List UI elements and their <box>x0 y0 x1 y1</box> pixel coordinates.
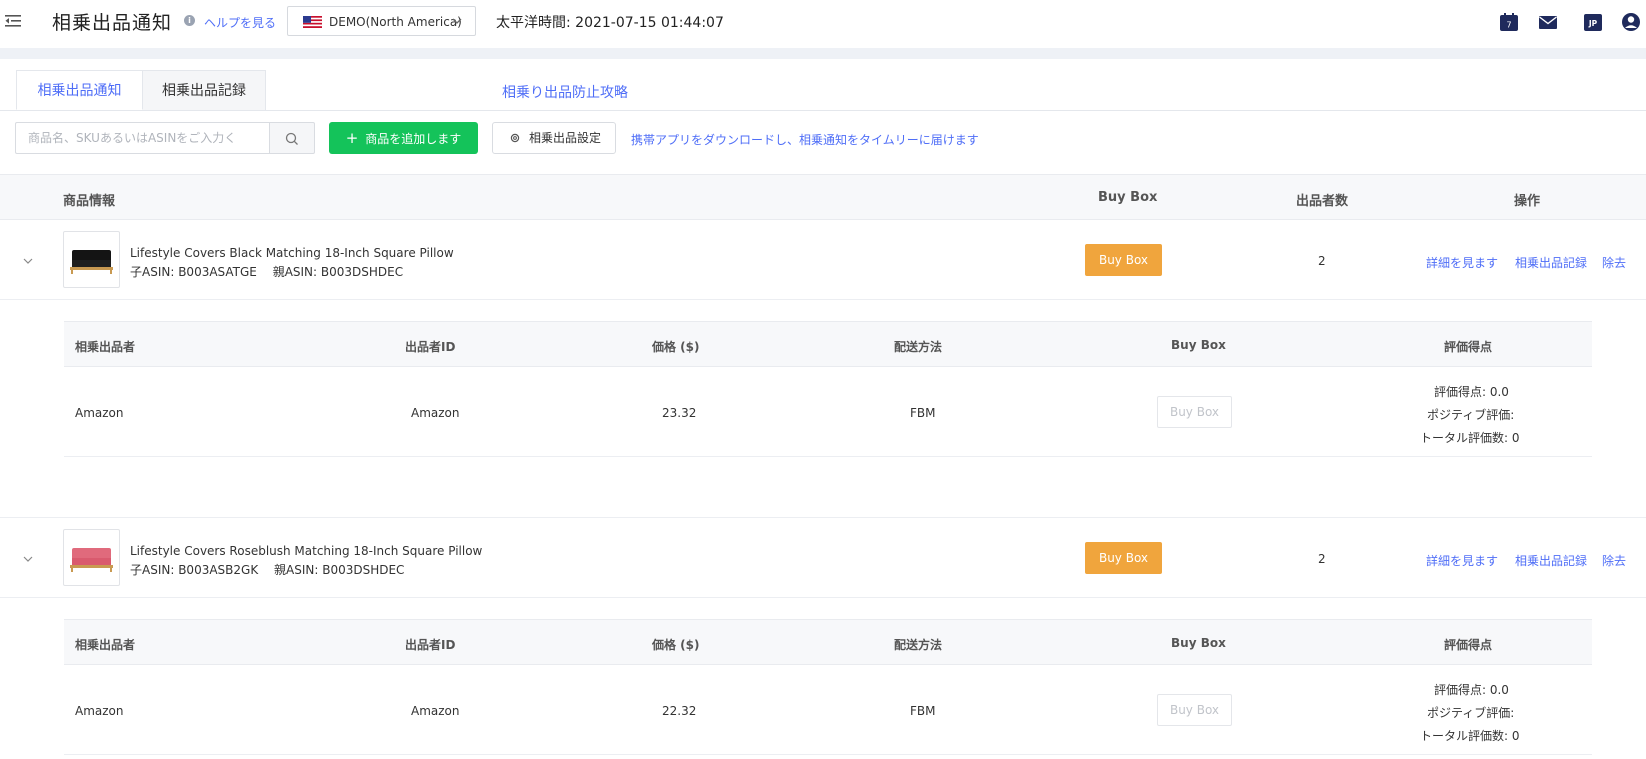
pacific-time-clock: 太平洋時間: 2021-07-15 01:44:07 <box>496 15 724 31</box>
info-icon: i <box>184 15 195 26</box>
buybox-badge: Buy Box <box>1085 542 1162 574</box>
region-select[interactable]: DEMO(North America) <box>287 6 476 36</box>
rating-score: 評価得点: 0.0 <box>1434 683 1509 697</box>
product-row <box>0 220 1646 300</box>
col-seller-count: 出品者数 <box>1296 194 1349 209</box>
language-icon[interactable]: JP <box>1582 12 1604 32</box>
pink-futon-image <box>70 548 113 572</box>
remove-link[interactable]: 除去 <box>1602 254 1626 271</box>
col-price: 価格 ($) <box>652 340 700 354</box>
seller-name: Amazon <box>75 406 124 420</box>
piggyback-settings-button[interactable]: 相乗出品設定 <box>492 122 616 154</box>
rating-positive: ポジティブ評価: <box>1427 408 1515 422</box>
rating-total: トータル評価数: 0 <box>1420 729 1520 743</box>
buybox-indicator: Buy Box <box>1157 694 1232 726</box>
col-price: 価格 ($) <box>652 638 700 652</box>
tabs-divider <box>0 110 1646 111</box>
product-row <box>0 518 1646 598</box>
product-name: Lifestyle Covers Black Matching 18-Inch … <box>130 246 454 260</box>
download-app-link[interactable]: 携帯アプリをダウンロードし、相乗通知をタイムリーに届けます <box>631 131 979 148</box>
tab-records[interactable]: 相乗出品記録 <box>142 70 266 110</box>
view-details-link[interactable]: 詳細を見ます <box>1426 254 1498 271</box>
us-flag-icon <box>303 16 322 28</box>
col-shipping: 配送方法 <box>894 340 943 354</box>
settings-label: 相乗出品設定 <box>529 131 602 145</box>
seller-price: 23.32 <box>662 406 697 420</box>
menu-collapse-icon[interactable] <box>4 12 22 30</box>
mail-icon[interactable] <box>1537 12 1559 32</box>
col-product-info: 商品情報 <box>63 194 116 209</box>
buybox-indicator: Buy Box <box>1157 396 1232 428</box>
col-seller-id: 出品者ID <box>405 340 456 354</box>
seller-shipping: FBM <box>910 704 936 718</box>
calendar-icon[interactable]: 7 <box>1498 12 1520 32</box>
main-table-header <box>0 174 1646 220</box>
chevron-down-icon[interactable] <box>22 255 34 267</box>
header-divider <box>0 48 1646 59</box>
add-product-label: 商品を追加します <box>365 132 462 146</box>
user-avatar-icon[interactable] <box>1620 12 1642 32</box>
seller-table-header <box>64 321 1592 367</box>
view-details-link[interactable]: 詳細を見ます <box>1426 552 1498 569</box>
col-sub-buybox: Buy Box <box>1171 636 1226 650</box>
search-input[interactable] <box>15 122 270 154</box>
product-thumbnail[interactable] <box>63 231 120 288</box>
chevron-down-icon <box>452 18 462 24</box>
seller-id-link[interactable]: Amazon <box>411 704 460 718</box>
seller-price: 22.32 <box>662 704 697 718</box>
region-label: DEMO(North America) <box>329 15 462 29</box>
records-link[interactable]: 相乗出品記録 <box>1515 254 1587 271</box>
add-product-button[interactable]: + 商品を追加します <box>329 122 478 154</box>
product-asin: 子ASIN: B003ASB2GK 親ASIN: B003DSHDEC <box>130 563 405 577</box>
col-rating: 評価得点 <box>1444 340 1493 354</box>
seller-table-header <box>64 619 1592 665</box>
col-actions: 操作 <box>1514 194 1541 209</box>
product-name: Lifestyle Covers Roseblush Matching 18-I… <box>130 544 483 558</box>
help-link[interactable]: ヘルプを見る <box>204 14 276 31</box>
seller-id-link[interactable]: Amazon <box>411 406 460 420</box>
prevention-strategy-link[interactable]: 相乗り出品防止攻略 <box>502 82 628 102</box>
language-badge: JP <box>1588 19 1598 28</box>
seller-count: 2 <box>1318 552 1326 566</box>
seller-count: 2 <box>1318 254 1326 268</box>
rating-positive: ポジティブ評価: <box>1427 706 1515 720</box>
rating-total: トータル評価数: 0 <box>1420 431 1520 445</box>
plus-icon: + <box>345 129 359 147</box>
remove-link[interactable]: 除去 <box>1602 552 1626 569</box>
product-asin: 子ASIN: B003ASATGE 親ASIN: B003DSHDEC <box>130 265 404 279</box>
black-futon-image <box>70 250 113 274</box>
col-seller-id: 出品者ID <box>405 638 456 652</box>
search-button[interactable] <box>269 122 315 154</box>
page-title: 相乗出品通知 <box>52 12 173 34</box>
tab-notifications[interactable]: 相乗出品通知 <box>16 70 143 110</box>
col-buybox: Buy Box <box>1098 190 1158 205</box>
col-seller: 相乗出品者 <box>75 638 136 652</box>
search-icon <box>285 132 298 145</box>
chevron-down-icon[interactable] <box>22 553 34 565</box>
buybox-badge: Buy Box <box>1085 244 1162 276</box>
col-shipping: 配送方法 <box>894 638 943 652</box>
product-thumbnail[interactable] <box>63 529 120 586</box>
col-sub-buybox: Buy Box <box>1171 338 1226 352</box>
seller-row <box>64 665 1592 755</box>
rating-score: 評価得点: 0.0 <box>1434 385 1509 399</box>
col-seller: 相乗出品者 <box>75 340 136 354</box>
records-link[interactable]: 相乗出品記録 <box>1515 552 1587 569</box>
seller-row <box>64 367 1592 457</box>
gear-icon <box>510 133 520 143</box>
seller-name: Amazon <box>75 704 124 718</box>
seller-shipping: FBM <box>910 406 936 420</box>
calendar-badge: 7 <box>1506 21 1511 30</box>
col-rating: 評価得点 <box>1444 638 1493 652</box>
